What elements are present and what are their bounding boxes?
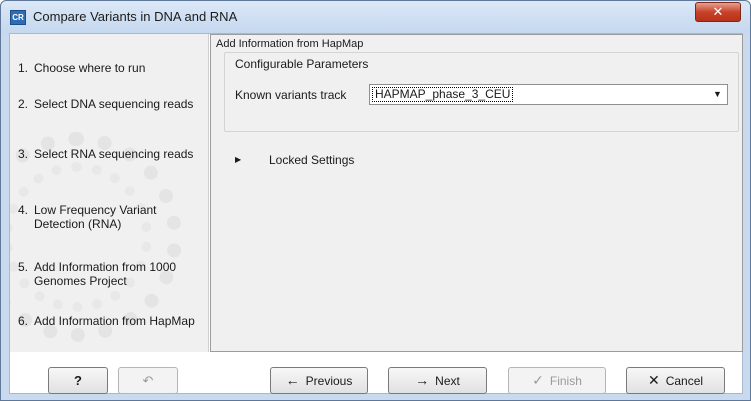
step-label: Add Information from 1000 Genomes Projec… — [34, 260, 177, 288]
chevron-down-icon[interactable]: ▼ — [710, 87, 725, 102]
group-title: Configurable Parameters — [235, 57, 369, 71]
next-button[interactable]: → Next — [388, 367, 487, 394]
step-label: Add Information from HapMap — [34, 314, 195, 328]
dialog-body: 1. Choose where to run 2. Select DNA seq… — [9, 33, 743, 394]
step-label: Select DNA sequencing reads — [34, 97, 194, 111]
close-button[interactable]: ✕ — [695, 2, 741, 22]
cancel-label: Cancel — [665, 374, 704, 388]
title-bar: CR Compare Variants in DNA and RNA ✕ — [1, 1, 750, 33]
checkmark-icon: ✓ — [532, 372, 544, 388]
undo-icon: ↶ — [142, 373, 154, 388]
expand-triangle-icon[interactable]: ▶ — [235, 155, 241, 164]
known-variants-value: HAPMAP_phase_3_CEU — [372, 87, 514, 102]
close-icon: ✕ — [647, 372, 660, 388]
locked-settings-label: Locked Settings — [269, 153, 355, 167]
next-label: Next — [435, 374, 460, 388]
help-button[interactable]: ? — [48, 367, 108, 394]
previous-button[interactable]: ← Previous — [270, 367, 368, 394]
step-label: Select RNA sequencing reads — [34, 147, 194, 161]
arrow-left-icon: ← — [285, 372, 300, 388]
app-logo-icon: CR — [10, 10, 26, 25]
known-variants-label: Known variants track — [235, 88, 347, 102]
reset-button[interactable]: ↶ — [118, 367, 178, 394]
window-title: Compare Variants in DNA and RNA — [33, 9, 238, 24]
known-variants-dropdown[interactable]: HAPMAP_phase_3_CEU ▼ — [369, 84, 728, 105]
finish-button[interactable]: ✓ Finish — [508, 367, 606, 394]
main-panel: Add Information from HapMap Configurable… — [210, 34, 743, 352]
step-label: Low Frequency Variant Detection (RNA) — [34, 203, 157, 231]
panel-title: Add Information from HapMap — [216, 38, 364, 50]
dialog-window: CR Compare Variants in DNA and RNA ✕ 1. … — [0, 0, 751, 401]
previous-label: Previous — [305, 374, 353, 388]
wizard-steps-sidebar: 1. Choose where to run 2. Select DNA seq… — [10, 34, 209, 352]
step-label: Choose where to run — [34, 61, 146, 75]
cancel-button[interactable]: ✕ Cancel — [626, 367, 725, 394]
configurable-parameters-group: Configurable Parameters Known variants t… — [224, 52, 739, 132]
arrow-right-icon: → — [415, 372, 430, 388]
finish-label: Finish — [549, 374, 582, 388]
